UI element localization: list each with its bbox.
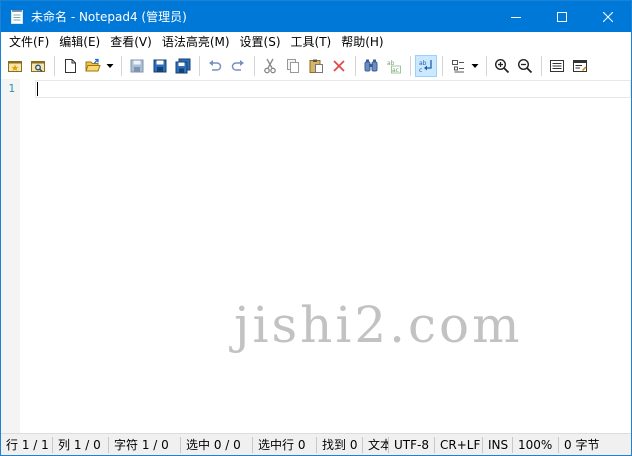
copy-icon	[287, 58, 299, 73]
status-ins[interactable]: INS	[483, 436, 513, 453]
menu-syntax[interactable]: 语法高亮(M)	[157, 32, 235, 52]
find-button[interactable]	[360, 55, 382, 77]
status-file-type[interactable]: 文本	[363, 436, 389, 453]
toolbar-separator	[541, 55, 542, 76]
paste-button[interactable]	[305, 55, 327, 77]
new-file-icon	[65, 58, 76, 73]
undo-icon	[209, 59, 222, 71]
settings-button[interactable]	[546, 55, 568, 77]
status-find[interactable]: 找到 0	[317, 436, 363, 453]
menu-file[interactable]: 文件(F)	[4, 32, 54, 52]
status-selected-lines[interactable]: 选中行 0	[253, 436, 317, 453]
toolbar: ab ac ab c	[1, 52, 631, 79]
toolbar-separator	[442, 55, 443, 76]
zoom-in-icon	[494, 58, 510, 73]
editor-area[interactable]: 1 jishi2.com	[1, 79, 631, 433]
chevron-down-icon	[106, 63, 114, 68]
about-button[interactable]	[569, 55, 591, 77]
zoom-out-icon	[517, 58, 533, 73]
toolbar-separator	[254, 55, 255, 76]
svg-text:ab: ab	[419, 60, 427, 67]
toolbar-separator	[410, 55, 411, 76]
new-from-template-button[interactable]	[4, 55, 26, 77]
new-file-button[interactable]	[59, 55, 81, 77]
close-button[interactable]	[585, 1, 631, 32]
zoom-in-button[interactable]	[491, 55, 513, 77]
cut-icon	[264, 58, 276, 73]
menu-bar: 文件(F) 编辑(E) 查看(V) 语法高亮(M) 设置(S) 工具(T) 帮助…	[1, 32, 631, 52]
view-options-button[interactable]	[447, 55, 469, 77]
about-icon	[573, 59, 587, 72]
menu-edit[interactable]: 编辑(E)	[54, 32, 105, 52]
browse-button[interactable]	[27, 55, 49, 77]
settings-icon	[550, 59, 564, 72]
redo-button[interactable]	[227, 55, 249, 77]
open-file-button[interactable]	[82, 55, 104, 77]
view-options-dropdown[interactable]	[470, 55, 480, 77]
maximize-button[interactable]	[539, 1, 585, 32]
toolbar-separator	[199, 55, 200, 76]
save-all-button[interactable]	[172, 55, 194, 77]
text-caret	[37, 82, 38, 96]
menu-tools[interactable]: 工具(T)	[286, 32, 337, 52]
open-file-dropdown[interactable]	[105, 55, 115, 77]
watermark-text: jishi2.com	[234, 296, 523, 354]
delete-button[interactable]	[328, 55, 350, 77]
save-button[interactable]	[126, 55, 148, 77]
minimize-icon	[511, 16, 521, 18]
svg-text:c: c	[419, 67, 422, 74]
toolbar-separator	[486, 55, 487, 76]
find-icon	[364, 59, 378, 71]
copy-button[interactable]	[282, 55, 304, 77]
status-eol[interactable]: CR+LF	[435, 436, 483, 453]
status-selection[interactable]: 选中 0 / 0	[181, 436, 253, 453]
save-icon	[130, 59, 144, 72]
notepad-app-icon	[11, 9, 23, 24]
notepad-window: 未命名 - Notepad4 (管理员) 文件(F) 编辑(E) 查看(V) 语…	[0, 0, 632, 456]
replace-icon: abac	[387, 60, 401, 74]
save-all-icon	[175, 58, 191, 73]
close-icon	[603, 11, 613, 22]
save-as-button[interactable]	[149, 55, 171, 77]
status-column[interactable]: 列 1 / 0	[53, 436, 109, 453]
line-number: 1	[8, 82, 15, 95]
status-bytes: 0 字节	[564, 437, 600, 452]
minimize-button[interactable]	[493, 1, 539, 32]
line-number-gutter[interactable]: 1	[1, 79, 20, 433]
undo-button[interactable]	[204, 55, 226, 77]
replace-button[interactable]: ab ac	[383, 55, 405, 77]
delete-icon	[333, 59, 345, 72]
window-title: 未命名 - Notepad4 (管理员)	[31, 10, 187, 24]
new-from-template-icon	[8, 60, 22, 72]
cut-button[interactable]	[259, 55, 281, 77]
toolbar-separator	[121, 55, 122, 76]
menu-settings[interactable]: 设置(S)	[235, 32, 286, 52]
status-char[interactable]: 字符 1 / 0	[109, 436, 181, 453]
maximize-icon	[557, 11, 567, 22]
word-wrap-button[interactable]: ab c	[415, 54, 437, 77]
open-file-icon	[85, 58, 101, 71]
zoom-out-button[interactable]	[514, 55, 536, 77]
toolbar-separator	[355, 55, 356, 76]
status-line[interactable]: 行 1 / 1	[1, 436, 53, 453]
menu-view[interactable]: 查看(V)	[105, 32, 157, 52]
status-encoding[interactable]: UTF-8	[389, 436, 435, 453]
chevron-down-icon	[471, 63, 479, 68]
current-line-highlight	[35, 80, 631, 98]
browse-icon	[31, 60, 45, 72]
toolbar-separator	[54, 55, 55, 76]
status-bar: 行 1 / 1 列 1 / 0 字符 1 / 0 选中 0 / 0 选中行 0 …	[1, 433, 631, 455]
paste-icon	[309, 59, 323, 73]
redo-icon	[231, 59, 244, 71]
status-zoom[interactable]: 100%	[513, 436, 559, 453]
save-as-icon	[153, 59, 167, 72]
title-bar[interactable]: 未命名 - Notepad4 (管理员)	[1, 1, 631, 32]
word-wrap-icon: abc	[419, 59, 432, 74]
menu-help[interactable]: 帮助(H)	[336, 32, 388, 52]
view-options-icon	[452, 59, 464, 72]
